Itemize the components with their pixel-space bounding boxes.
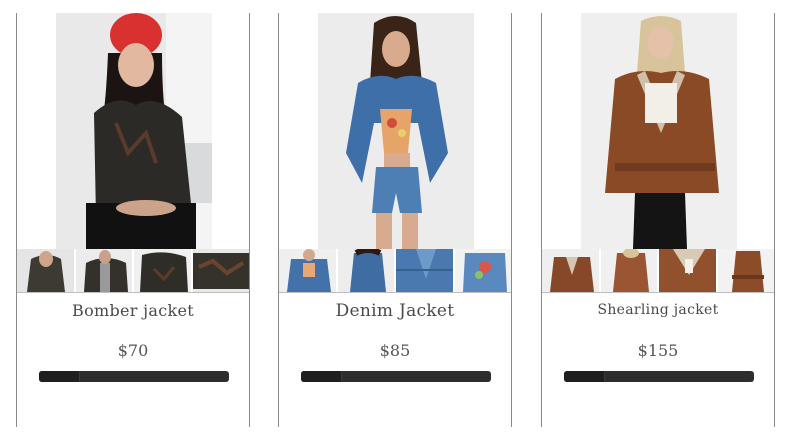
add-to-cart-bar[interactable] (564, 371, 754, 382)
thumbnail[interactable] (394, 249, 453, 292)
thumbnail-strip (279, 249, 511, 293)
add-to-cart-bar[interactable] (39, 371, 229, 382)
thumbnail[interactable] (279, 249, 336, 292)
product-name[interactable]: Shearling jacket (542, 302, 774, 318)
product-name[interactable]: Bomber jacket (17, 301, 249, 320)
product-card-shearling[interactable]: Shearling jacket $155 (541, 13, 775, 427)
thumbnail[interactable] (715, 249, 774, 292)
product-name[interactable]: Denim Jacket (279, 301, 511, 321)
thumbnail[interactable] (190, 249, 249, 292)
thumbnail[interactable] (542, 249, 599, 292)
add-to-cart-bar[interactable] (301, 371, 491, 382)
thumbnail[interactable] (335, 249, 394, 292)
product-photo[interactable] (56, 13, 212, 249)
thumbnail[interactable] (132, 249, 191, 292)
thumbnail-strip (542, 249, 774, 293)
thumbnail[interactable] (73, 249, 132, 292)
product-card-denim[interactable]: Denim Jacket $85 (278, 13, 512, 427)
product-price: $155 (637, 341, 679, 360)
thumbnail-strip (17, 249, 249, 293)
product-photo[interactable] (318, 13, 474, 249)
thumbnail[interactable] (657, 249, 716, 292)
product-photo[interactable] (581, 13, 737, 249)
thumbnail[interactable] (598, 249, 657, 292)
thumbnail[interactable] (452, 249, 511, 292)
product-price: $85 (379, 341, 411, 360)
product-card-bomber[interactable]: Bomber jacket $70 (16, 13, 250, 427)
product-price: $70 (117, 341, 149, 360)
thumbnail[interactable] (17, 249, 74, 292)
